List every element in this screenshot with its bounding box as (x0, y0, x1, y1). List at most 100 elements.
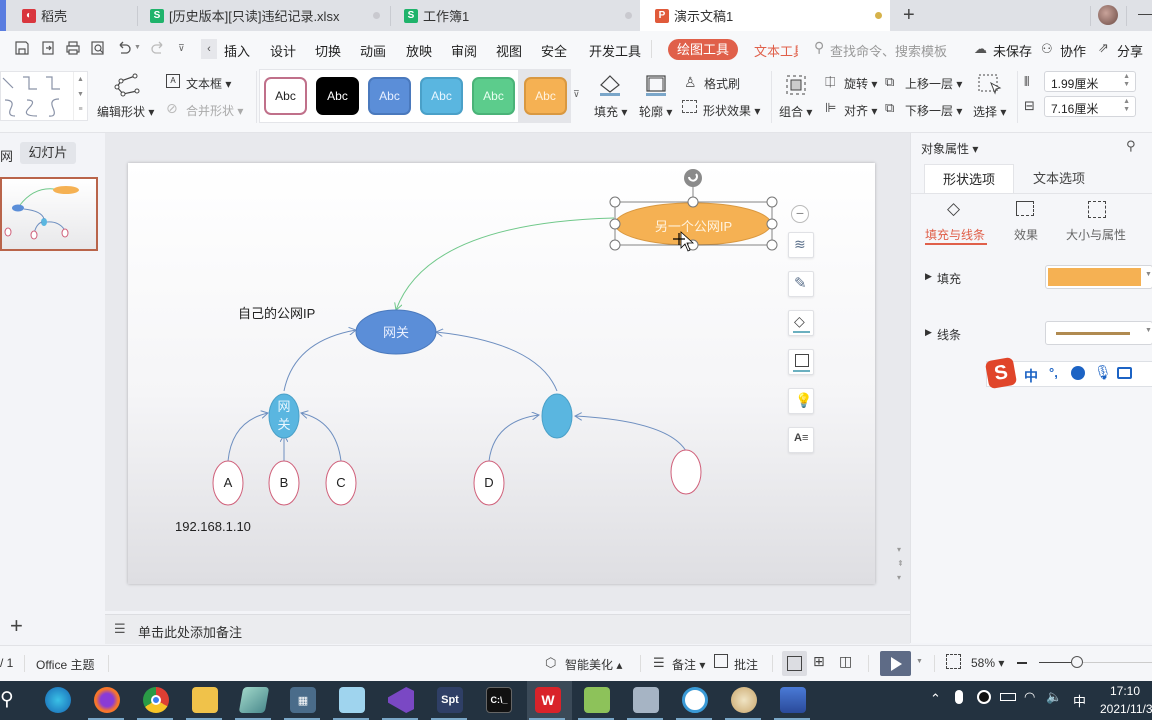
wps-icon[interactable]: W (535, 687, 561, 713)
ime-punctuation[interactable]: °, (1049, 365, 1058, 380)
theme-name[interactable]: Office 主题 (36, 656, 94, 673)
redo-icon[interactable] (150, 40, 166, 61)
tab-workbook1[interactable]: S 工作簿1 (382, 0, 642, 31)
menu-slideshow[interactable]: 放映 (406, 41, 432, 60)
align-button[interactable]: 对齐 ▾ (844, 102, 877, 119)
subtab-fill-line[interactable]: 填充与线条 (925, 226, 985, 243)
microphone-icon[interactable]: 🎙 (1094, 364, 1112, 381)
tab-outline[interactable]: 网 (0, 146, 13, 165)
line-style-picker[interactable]: ▼ (1045, 321, 1152, 345)
menu-design[interactable]: 设计 (270, 41, 296, 60)
gallery-expand-icon[interactable]: ⊽ (573, 89, 580, 100)
menu-insert[interactable]: 插入 (224, 41, 250, 60)
search-icon[interactable]: ⚲ (0, 688, 14, 711)
connector-gallery[interactable]: ▲ ▼ ≡ (0, 71, 88, 121)
lan-ip-label[interactable]: 192.168.1.10 (175, 519, 251, 534)
notepadpp-icon[interactable] (584, 687, 610, 713)
terminal-icon[interactable]: C:\_ (486, 687, 512, 713)
outline-button[interactable]: 轮廓 ▾ (639, 103, 672, 120)
ime-chinese-mode[interactable]: 中 (1024, 366, 1038, 386)
slideshow-dropdown[interactable]: ▼ (916, 658, 923, 665)
brush-button[interactable]: ✎ (788, 271, 814, 297)
quick-fill-button[interactable]: ◇ (788, 310, 814, 336)
shape-height-input[interactable]: 1.99厘米 ▲ ▼ (1044, 71, 1136, 92)
menu-animation[interactable]: 动画 (360, 41, 386, 60)
tab-slides[interactable]: 幻灯片 (20, 142, 76, 164)
microphone-tray-icon[interactable] (955, 690, 963, 704)
clock-date[interactable]: 2021/11/3 (1100, 702, 1152, 716)
format-painter-button[interactable]: 格式刷 (704, 75, 740, 92)
style-preset-4[interactable]: Abc (420, 77, 463, 115)
shape-width-input[interactable]: 7.16厘米 ▲ ▼ (1044, 96, 1136, 117)
tab-text-tools[interactable]: 文本工具 (754, 41, 798, 60)
menu-review[interactable]: 审阅 (451, 41, 477, 60)
tab-close-dot[interactable] (625, 12, 632, 19)
fill-color-picker[interactable]: ▼ (1045, 265, 1152, 289)
tray-ime-indicator[interactable]: 中 (1073, 691, 1086, 710)
subtab-size-properties[interactable]: 大小与属性 (1066, 226, 1126, 243)
slide-sorter-view-icon[interactable]: ⊞ (813, 653, 825, 670)
zoom-slider-track[interactable] (1039, 656, 1152, 668)
qq-tray-icon[interactable] (977, 690, 991, 704)
command-search-input[interactable]: 查找命令、搜索模板 (830, 41, 947, 60)
select-button[interactable]: 选择 ▾ (973, 103, 1006, 120)
style-preset-5[interactable]: Abc (472, 77, 515, 115)
menu-view[interactable]: 视图 (496, 41, 522, 60)
style-preset-1[interactable]: Abc (264, 77, 307, 115)
text-select-button[interactable]: A≡ (788, 427, 814, 453)
bring-forward-button[interactable]: 上移一层 ▾ (905, 75, 962, 92)
more-icon[interactable]: ⊽ (178, 43, 185, 54)
expand-fill-icon[interactable]: ▶ (925, 271, 932, 282)
remote-desktop-icon[interactable] (780, 687, 806, 713)
quick-outline-button[interactable] (788, 349, 814, 375)
clock-time[interactable]: 17:10 (1110, 684, 1140, 698)
canvas-scroll-controls[interactable]: ▾ ⇞ ▾ (897, 543, 904, 585)
user-avatar[interactable] (1098, 5, 1118, 25)
tray-expand-icon[interactable]: ⌃ (930, 691, 941, 707)
comments-button[interactable]: 批注 (734, 656, 758, 673)
panda-icon[interactable] (682, 687, 708, 713)
tab-presentation1[interactable]: P 演示文稿1 (640, 0, 890, 31)
unsaved-status[interactable]: 未保存 (993, 41, 1032, 60)
save-icon[interactable] (14, 40, 30, 61)
tab-close-dot[interactable] (373, 12, 380, 19)
fill-button[interactable]: 填充 ▾ (594, 103, 627, 120)
gallery-scroll[interactable]: ▲ ▼ ≡ (73, 72, 87, 120)
new-tab-button[interactable]: + (903, 4, 915, 27)
notes-toggle-button[interactable]: 备注 ▾ (672, 656, 705, 673)
minimize-button[interactable] (1138, 14, 1152, 15)
print-preview-icon[interactable] (90, 40, 106, 61)
tab-spreadsheet-history[interactable]: S [历史版本][只读]违纪记录.xlsx (128, 0, 390, 31)
fit-window-icon[interactable] (946, 654, 961, 669)
rotate-button[interactable]: 旋转 ▾ (844, 75, 877, 92)
spt-app-icon[interactable]: Spt (437, 687, 463, 713)
subtab-effects[interactable]: 效果 (1014, 226, 1038, 243)
send-backward-button[interactable]: 下移一层 ▾ (905, 102, 962, 119)
menu-security[interactable]: 安全 (541, 41, 567, 60)
anime-app-icon[interactable] (339, 687, 365, 713)
tab-daoke[interactable]: ◐ 稻壳 (0, 0, 137, 31)
smart-beautify-button[interactable]: 智能美化 ▴ (565, 656, 622, 673)
add-slide-button[interactable]: + (10, 613, 23, 639)
file-explorer-icon[interactable] (192, 687, 218, 713)
fill-section-label[interactable]: 填充 (937, 270, 961, 287)
line-section-label[interactable]: 线条 (937, 326, 961, 343)
style-preset-6[interactable]: Abc (524, 77, 567, 115)
zoom-level-dropdown[interactable]: 58% ▾ (971, 656, 1004, 670)
print-icon[interactable] (65, 40, 81, 61)
collapse-icon[interactable]: − (791, 205, 809, 223)
undo-icon[interactable] (116, 40, 132, 61)
notes-area[interactable]: ☰ 单击此处添加备注 (105, 614, 910, 644)
panel-title[interactable]: 对象属性 ▾ (921, 140, 978, 157)
text-box-button[interactable]: 文本框 ▾ (186, 75, 231, 92)
slide-thumbnail-1[interactable] (0, 177, 98, 251)
battery-icon[interactable] (1000, 693, 1016, 701)
tab-drawing-tools[interactable]: 绘图工具 (668, 39, 738, 60)
reading-view-icon[interactable]: ◫ (839, 653, 852, 670)
menu-transition[interactable]: 切换 (315, 41, 341, 60)
keyboard-icon[interactable] (1117, 367, 1132, 379)
node-remote-ip-label[interactable]: 另一个公网IP (615, 216, 772, 235)
layers-button[interactable]: ≋ (788, 232, 814, 258)
group-button[interactable]: 组合 ▾ (779, 103, 812, 120)
tab-shape-options[interactable]: 形状选项 (924, 164, 1014, 194)
